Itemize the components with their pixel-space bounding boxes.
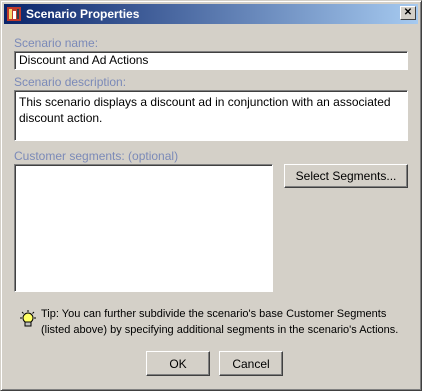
lightbulb-icon: [20, 310, 36, 327]
close-button[interactable]: ✕: [400, 6, 416, 20]
close-icon: ✕: [403, 7, 413, 18]
cancel-button[interactable]: Cancel: [219, 351, 283, 376]
scenario-name-input[interactable]: Discount and Ad Actions: [14, 51, 408, 70]
scenario-properties-dialog: Scenario Properties ✕ Scenario name: Dis…: [0, 0, 422, 391]
customer-segments-list[interactable]: [14, 164, 273, 292]
tip-text: Tip: You can further subdivide the scena…: [41, 308, 399, 336]
customer-segments-label: Customer segments: (optional): [14, 149, 179, 163]
scenario-description-label: Scenario description:: [14, 75, 127, 89]
title-bar[interactable]: Scenario Properties ✕: [4, 4, 418, 24]
select-segments-button[interactable]: Select Segments...: [284, 164, 408, 188]
ok-button[interactable]: OK: [146, 351, 210, 376]
scenario-name-label: Scenario name:: [14, 36, 99, 50]
app-icon: [6, 6, 22, 22]
window-title: Scenario Properties: [26, 7, 140, 21]
scenario-description-textarea[interactable]: This scenario displays a discount ad in …: [14, 90, 408, 141]
